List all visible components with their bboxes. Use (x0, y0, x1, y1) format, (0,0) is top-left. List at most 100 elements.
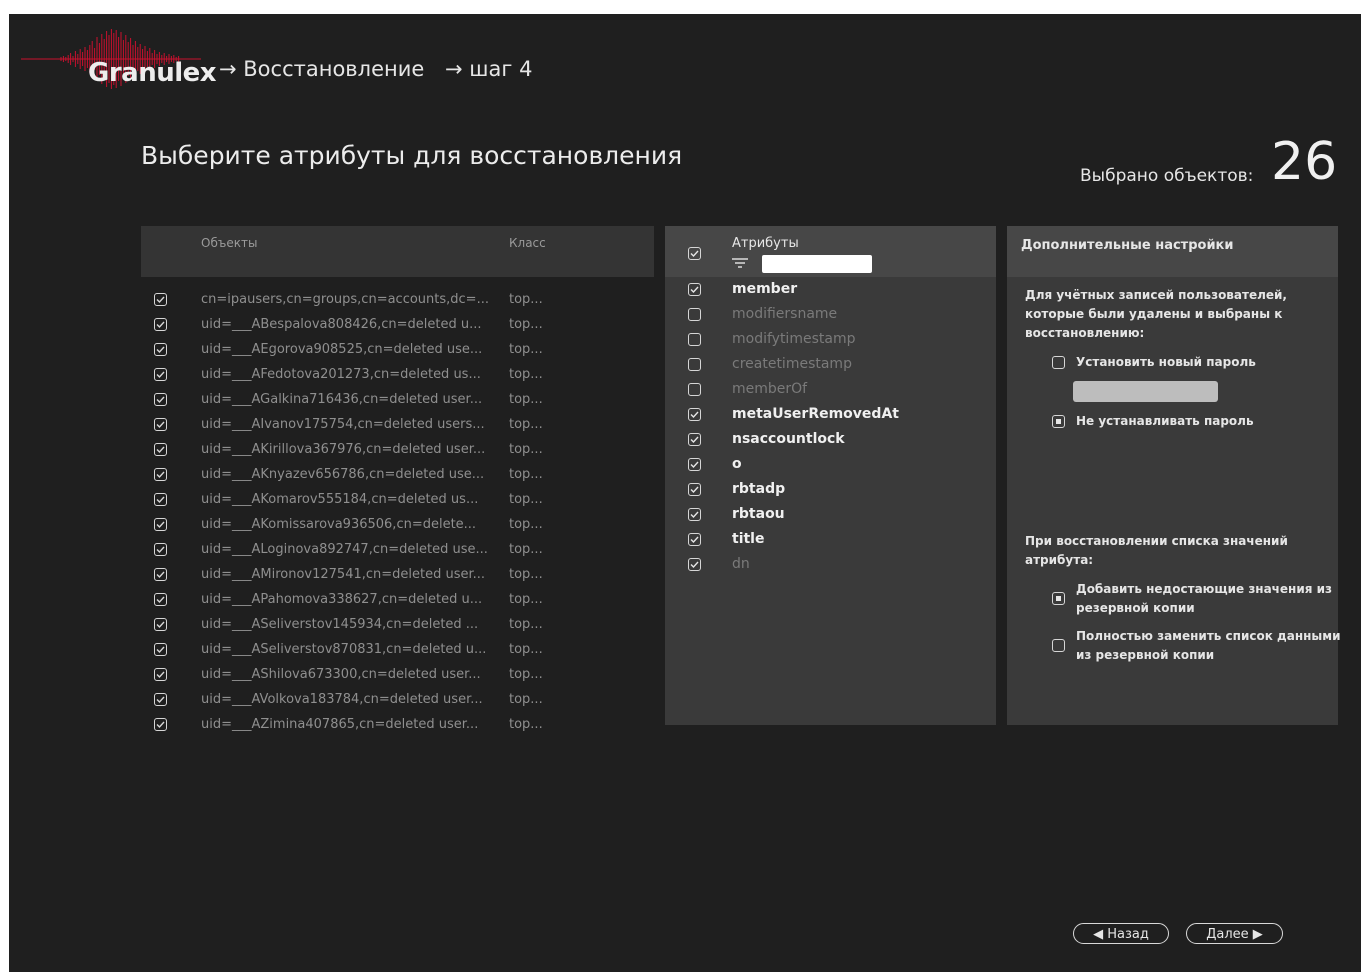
object-class: top... (509, 667, 543, 682)
attribute-row[interactable]: rbtaou (665, 503, 996, 528)
attribute-checkbox[interactable] (688, 358, 701, 371)
replace-list-option[interactable]: Полностью заменить список данными из рез… (1052, 627, 1342, 667)
attribute-row[interactable]: metaUserRemovedAt (665, 403, 996, 428)
column-header-objects[interactable]: Объекты (201, 236, 257, 250)
object-checkbox[interactable] (154, 343, 167, 356)
table-row[interactable]: uid=___ASeliverstov870831,cn=deleted u..… (141, 638, 654, 663)
attribute-row[interactable]: createtimestamp (665, 353, 996, 378)
attribute-checkbox[interactable] (688, 433, 701, 446)
attribute-checkbox[interactable] (688, 383, 701, 396)
table-row[interactable]: uid=___ASeliverstov145934,cn=deleted ...… (141, 613, 654, 638)
checkmark-icon (156, 371, 165, 379)
object-checkbox[interactable] (154, 693, 167, 706)
attribute-row[interactable]: title (665, 528, 996, 553)
object-checkbox[interactable] (154, 568, 167, 581)
attribute-name: title (732, 531, 765, 547)
object-checkbox[interactable] (154, 518, 167, 531)
object-checkbox[interactable] (154, 418, 167, 431)
attribute-row[interactable]: modifiersname (665, 303, 996, 328)
attribute-row[interactable]: o (665, 453, 996, 478)
object-checkbox[interactable] (154, 493, 167, 506)
new-password-input[interactable] (1073, 381, 1218, 402)
checkmark-icon (690, 511, 699, 519)
object-dn: uid=___AShilova673300,cn=deleted user... (201, 667, 481, 682)
attribute-search-input[interactable] (762, 255, 872, 273)
table-row[interactable]: uid=___APahomova338627,cn=deleted u... to… (141, 588, 654, 613)
attribute-checkbox[interactable] (688, 533, 701, 546)
table-row[interactable]: cn=ipausers,cn=groups,cn=accounts,dc=...… (141, 288, 654, 313)
object-class: top... (509, 592, 543, 607)
object-class: top... (509, 692, 543, 707)
attribute-checkbox[interactable] (688, 308, 701, 321)
table-row[interactable]: uid=___AShilova673300,cn=deleted user...… (141, 663, 654, 688)
object-class: top... (509, 442, 543, 457)
table-row[interactable]: uid=___AKirillova367976,cn=deleted user.… (141, 438, 654, 463)
checkmark-icon (156, 296, 165, 304)
list-restore-text-line: атрибута: (1025, 553, 1094, 567)
table-row[interactable]: uid=___AKomarov555184,cn=deleted us... to… (141, 488, 654, 513)
attribute-row[interactable]: memberOf (665, 378, 996, 403)
object-checkbox[interactable] (154, 668, 167, 681)
checkmark-icon (156, 321, 165, 329)
deleted-users-description: Для учётных записей пользователей, котор… (1025, 286, 1287, 343)
table-row[interactable]: uid=___AGalkina716436,cn=deleted user...… (141, 388, 654, 413)
add-missing-radio[interactable] (1052, 592, 1065, 605)
object-checkbox[interactable] (154, 468, 167, 481)
checkmark-icon (690, 436, 699, 444)
list-restore-description: При восстановлении списка значений атриб… (1025, 532, 1288, 570)
attribute-row[interactable]: modifytimestamp (665, 328, 996, 353)
object-class: top... (509, 292, 543, 307)
set-new-password-radio[interactable] (1052, 356, 1065, 369)
table-row[interactable]: uid=___ALoginova892747,cn=deleted use...… (141, 538, 654, 563)
back-button[interactable]: ◀ Назад (1073, 923, 1169, 944)
filter-icon[interactable] (732, 256, 748, 270)
table-row[interactable]: uid=___AZimina407865,cn=deleted user... t… (141, 713, 654, 738)
object-class: top... (509, 342, 543, 357)
attribute-checkbox[interactable] (688, 558, 701, 571)
attribute-checkbox[interactable] (688, 283, 701, 296)
attributes-panel: Атрибуты member modifiersname modifytimest… (665, 226, 996, 725)
attribute-checkbox[interactable] (688, 508, 701, 521)
attribute-checkbox[interactable] (688, 483, 701, 496)
object-checkbox[interactable] (154, 443, 167, 456)
attribute-checkbox[interactable] (688, 408, 701, 421)
object-checkbox[interactable] (154, 718, 167, 731)
attribute-row[interactable]: rbtadp (665, 478, 996, 503)
column-header-class[interactable]: Класс (509, 236, 546, 250)
add-missing-label-line1: Добавить недостающие значения из (1076, 582, 1333, 596)
attribute-row[interactable]: member (665, 278, 996, 303)
table-row[interactable]: uid=___AIvanov175754,cn=deleted users...… (141, 413, 654, 438)
next-button[interactable]: Далее ▶ (1186, 923, 1283, 944)
attribute-name: modifiersname (732, 306, 838, 322)
checkmark-icon (156, 696, 165, 704)
attribute-name: nsaccountlock (732, 431, 845, 447)
object-checkbox[interactable] (154, 318, 167, 331)
table-row[interactable]: uid=___AEgorova908525,cn=deleted use... t… (141, 338, 654, 363)
object-dn: uid=___AEgorova908525,cn=deleted use... (201, 342, 483, 357)
table-row[interactable]: uid=___AMironov127541,cn=deleted user...… (141, 563, 654, 588)
attribute-row[interactable]: nsaccountlock (665, 428, 996, 453)
attribute-name: member (732, 281, 798, 297)
table-row[interactable]: uid=___AKomissarova936506,cn=delete... to… (141, 513, 654, 538)
object-checkbox[interactable] (154, 593, 167, 606)
object-checkbox[interactable] (154, 368, 167, 381)
object-checkbox[interactable] (154, 543, 167, 556)
table-row[interactable]: uid=___AVolkova183784,cn=deleted user...… (141, 688, 654, 713)
attribute-name: metaUserRemovedAt (732, 406, 899, 422)
select-all-attributes-checkbox[interactable] (688, 247, 701, 260)
table-row[interactable]: uid=___AKnyazev656786,cn=deleted use... t… (141, 463, 654, 488)
object-checkbox[interactable] (154, 618, 167, 631)
object-checkbox[interactable] (154, 643, 167, 656)
object-checkbox[interactable] (154, 293, 167, 306)
attribute-row[interactable]: dn (665, 553, 996, 578)
attribute-checkbox[interactable] (688, 333, 701, 346)
no-password-radio[interactable] (1052, 415, 1065, 428)
attribute-checkbox[interactable] (688, 458, 701, 471)
checkmark-icon (690, 536, 699, 544)
add-missing-option[interactable]: Добавить недостающие значения из резервн… (1052, 580, 1342, 620)
table-row[interactable]: uid=___ABespalova808426,cn=deleted u... t… (141, 313, 654, 338)
replace-list-radio[interactable] (1052, 639, 1065, 652)
table-row[interactable]: uid=___AFedotova201273,cn=deleted us... t… (141, 363, 654, 388)
object-checkbox[interactable] (154, 393, 167, 406)
page-title: Выберите атрибуты для восстановления (141, 141, 683, 170)
